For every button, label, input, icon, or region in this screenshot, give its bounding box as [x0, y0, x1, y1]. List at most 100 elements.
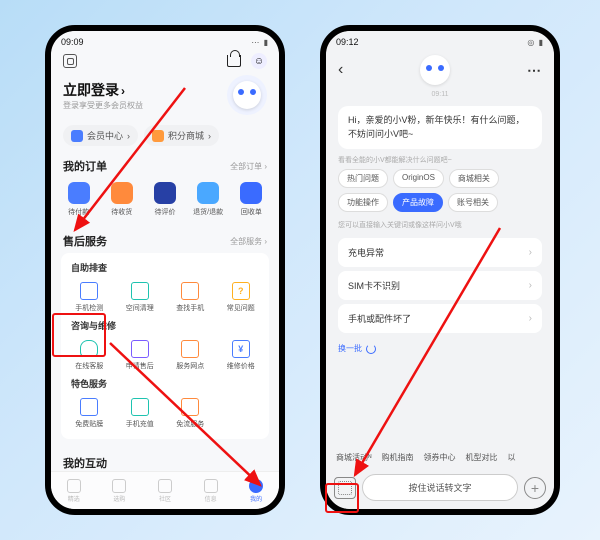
tab-messages[interactable]: 信息: [204, 479, 218, 503]
tab-shop[interactable]: 选购: [112, 479, 126, 503]
refund-icon: [197, 182, 219, 204]
storage-clean[interactable]: 空间清理: [116, 278, 165, 317]
cart-icon[interactable]: [227, 55, 241, 67]
tab-bar: 精选 选购 社区 信息 我的: [51, 471, 279, 509]
service-point[interactable]: 服务网点: [166, 336, 215, 375]
keyboard-toggle-icon[interactable]: [334, 477, 356, 499]
faq[interactable]: ?常见问题: [217, 278, 266, 317]
phone-check-icon: [80, 282, 98, 300]
more-menu[interactable]: ⋯: [527, 62, 542, 79]
status-bar: 09:09 ⋯ ▮: [51, 31, 279, 49]
free-film[interactable]: 免费贴膜: [65, 394, 114, 433]
chip-mall[interactable]: 商城相关: [449, 169, 499, 188]
group-special-title: 特色服务: [65, 375, 265, 394]
online-service[interactable]: 在线客服: [65, 336, 114, 375]
faq-sim[interactable]: SIM卡不识别›: [338, 271, 542, 300]
chip-function[interactable]: 功能操作: [338, 193, 388, 212]
chat-input-row: 按住说话转文字 +: [326, 470, 554, 505]
tab-community[interactable]: 社区: [158, 479, 172, 503]
status-time: 09:09: [61, 37, 84, 47]
chevron-right-icon: ›: [529, 313, 532, 324]
heart-icon: [67, 479, 81, 493]
topup-icon: [131, 398, 149, 416]
message-icon[interactable]: ☺: [251, 53, 267, 69]
voice-input[interactable]: 按住说话转文字: [362, 474, 518, 501]
status-bar-r: 09:12 ◎ ▮: [326, 31, 554, 49]
apply-aftersale[interactable]: 申请售后: [116, 336, 165, 375]
message-tab-icon: [204, 479, 218, 493]
quick-coupon-center[interactable]: 领券中心: [423, 452, 455, 463]
order-refund[interactable]: 退货/退款: [188, 182, 228, 217]
location-icon: [181, 340, 199, 358]
chat-avatar-icon: [420, 55, 450, 85]
quick-buying-guide[interactable]: 购机指南: [381, 452, 413, 463]
order-pending-review[interactable]: 待评价: [145, 182, 185, 217]
status-icons-r: ◎ ▮: [527, 38, 544, 47]
refresh-icon: [366, 344, 376, 354]
order-pending-payment[interactable]: 待付款: [59, 182, 99, 217]
status-time-r: 09:12: [336, 37, 359, 47]
chip-account[interactable]: 账号相关: [448, 193, 498, 212]
member-center-pill[interactable]: 会员中心 ›: [63, 125, 138, 146]
greeting-bubble: Hi，亲爱的小V粉，新年快乐！有什么问题，不妨问问小V吧~: [338, 106, 542, 149]
chip-originos[interactable]: OriginOS: [393, 169, 444, 188]
phone-check[interactable]: 手机检测: [65, 278, 114, 317]
interact-title: 我的互动: [63, 455, 107, 471]
chevron-right-icon: ›: [529, 280, 532, 291]
order-recycle[interactable]: 回收单: [231, 182, 271, 217]
quick-model-compare[interactable]: 机型对比: [465, 452, 497, 463]
community-icon: [158, 479, 172, 493]
aftersale-more[interactable]: 全部服务 ›: [230, 236, 267, 247]
order-pending-receipt[interactable]: 待收货: [102, 182, 142, 217]
form-icon: [131, 340, 149, 358]
price-icon: ¥: [232, 340, 250, 358]
broom-icon: [131, 282, 149, 300]
chevron-right-icon: ›: [529, 247, 532, 258]
chip-row: 热门问题 OriginOS 商城相关 功能操作 产品故障 账号相关: [326, 169, 554, 218]
input-tip: 您可以直接输入关键词或像这样问小V哦: [326, 218, 554, 234]
headset-icon: [80, 340, 98, 358]
plus-button[interactable]: +: [524, 477, 546, 499]
person-icon: [249, 479, 263, 493]
free-data[interactable]: 免流服务: [166, 394, 215, 433]
tab-featured[interactable]: 精选: [67, 479, 81, 503]
orders-more[interactable]: 全部订单 ›: [230, 161, 267, 172]
repair-price[interactable]: ¥维修价格: [217, 336, 266, 375]
aftersale-card: 自助排查 手机检测 空间清理 查找手机 ?常见问题 咨询与维修 在线客服 申请售…: [61, 253, 269, 439]
locate-icon: [181, 282, 199, 300]
chip-product-fault[interactable]: 产品故障: [393, 193, 443, 212]
robot-avatar-icon: [233, 81, 261, 109]
phone-left: 09:09 ⋯ ▮ ☺ 立即登录› 登录享受更多会员权益 会员中心 ›: [45, 25, 285, 515]
login-title[interactable]: 立即登录›: [63, 80, 143, 100]
back-button[interactable]: ‹: [338, 61, 343, 79]
chip-hot[interactable]: 热门问题: [338, 169, 388, 188]
group-consult-title: 咨询与维修: [65, 317, 265, 336]
recycle-icon: [240, 182, 262, 204]
data-icon: [181, 398, 199, 416]
login-subtitle: 登录享受更多会员权益: [63, 100, 143, 111]
phone-topup[interactable]: 手机充值: [116, 394, 165, 433]
settings-hex-icon[interactable]: [63, 54, 77, 68]
faq-charging[interactable]: 充电异常›: [338, 238, 542, 267]
orders-title: 我的订单: [63, 158, 107, 174]
faq-broken[interactable]: 手机或配件坏了›: [338, 304, 542, 333]
chip-intro: 看看全能的小V都能解决什么问题吧~: [326, 155, 554, 169]
coin-icon: [152, 130, 164, 142]
quick-links-row: 商城活动ᴺ 购机指南 领券中心 机型对比 以: [326, 446, 554, 469]
package-icon: [111, 182, 133, 204]
avatar[interactable]: [227, 75, 267, 115]
chat-timestamp: 09:11: [326, 89, 554, 100]
group-selfcheck-title: 自助排查: [65, 259, 265, 278]
tab-mine[interactable]: 我的: [249, 479, 263, 503]
points-mall-pill[interactable]: 积分商城 ›: [144, 125, 219, 146]
review-icon: [154, 182, 176, 204]
quick-trade-in[interactable]: 以: [507, 452, 515, 463]
wallet-icon: [68, 182, 90, 204]
aftersale-title: 售后服务: [63, 233, 107, 249]
diamond-icon: [71, 130, 83, 142]
quick-mall-activity[interactable]: 商城活动ᴺ: [336, 452, 371, 463]
refresh-batch[interactable]: 换一批: [326, 337, 554, 360]
bag-icon: [112, 479, 126, 493]
status-icons-right: ⋯ ▮: [251, 38, 269, 47]
find-phone[interactable]: 查找手机: [166, 278, 215, 317]
